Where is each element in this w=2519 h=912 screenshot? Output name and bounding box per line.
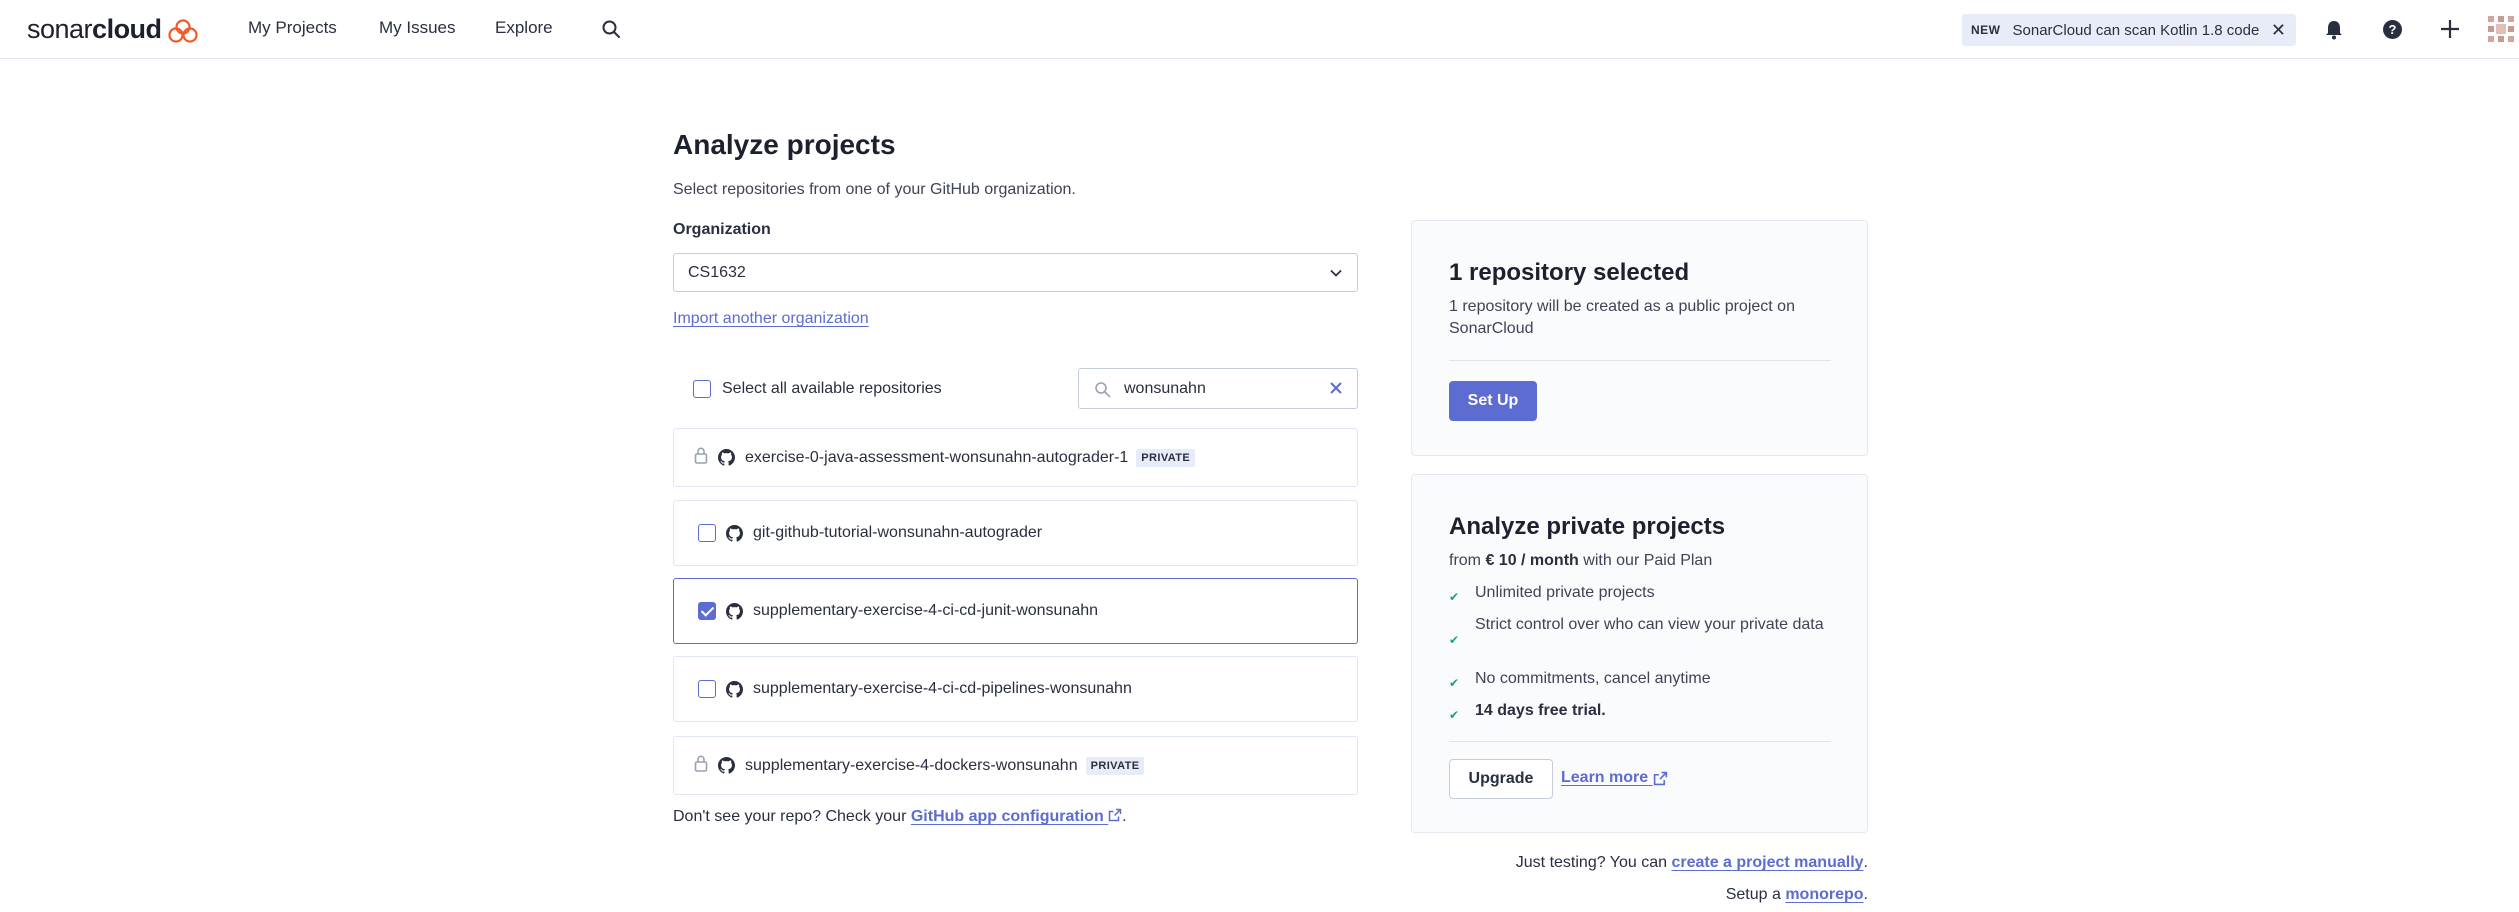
check-icon: ✔: [1449, 708, 1460, 722]
selection-summary-card: 1 repository selected 1 repository will …: [1411, 220, 1868, 456]
select-all-label: Select all available repositories: [722, 380, 942, 397]
repository-name: supplementary-exercise-4-dockers-wonsuna…: [745, 756, 1078, 774]
feature-item: ✔ Unlimited private projects: [1449, 582, 1655, 608]
lock-icon: [694, 446, 708, 469]
news-badge: NEW: [1971, 23, 2001, 37]
selection-text: 1 repository will be created as a public…: [1449, 298, 1795, 337]
learn-more-link[interactable]: Learn more: [1561, 769, 1668, 787]
svg-text:?: ?: [2389, 22, 2397, 37]
divider: [1449, 741, 1831, 742]
page-title: Analyze projects: [673, 129, 896, 160]
import-another-organization-link[interactable]: Import another organization: [673, 310, 869, 328]
external-link-icon: [1653, 771, 1667, 785]
create-manually-note: Just testing? You can create a project m…: [1515, 854, 1868, 871]
clear-search-icon[interactable]: [1328, 380, 1344, 401]
organization-select[interactable]: CS1632: [673, 253, 1358, 292]
github-icon: [718, 757, 735, 774]
avatar[interactable]: [2487, 15, 2515, 48]
close-icon[interactable]: ✕: [2271, 20, 2286, 41]
repository-row[interactable]: git-github-tutorial-wonsunahn-autograder: [673, 500, 1358, 566]
repository-name: git-github-tutorial-wonsunahn-autograder: [753, 524, 1043, 541]
feature-item: ✔ No commitments, cancel anytime: [1449, 668, 1711, 694]
feature-item: ✔ 14 days free trial.: [1449, 700, 1606, 726]
divider: [1449, 360, 1831, 361]
private-projects-title: Analyze private projects: [1449, 513, 1726, 540]
selection-title: 1 repository selected: [1449, 259, 1690, 286]
help-icon[interactable]: ?: [2382, 19, 2403, 45]
hint-suffix: .: [1122, 808, 1127, 825]
logo-text: sonarcloud: [27, 14, 162, 44]
organization-label: Organization: [673, 221, 771, 238]
organization-select-value: CS1632: [688, 263, 746, 281]
private-projects-card: Analyze private projects from € 10 / mon…: [1411, 474, 1868, 833]
page-subtitle: Select repositories from one of your Git…: [673, 181, 1076, 198]
repository-name: supplementary-exercise-4-ci-cd-pipelines…: [753, 680, 1132, 697]
top-navigation-bar: sonarcloud My Projects My Issues Explore…: [0, 0, 2519, 59]
repository-checkbox[interactable]: [698, 524, 716, 542]
news-text: SonarCloud can scan Kotlin 1.8 code: [2012, 21, 2260, 39]
sonarcloud-logo[interactable]: sonarcloud: [27, 14, 198, 45]
check-icon: ✔: [1449, 676, 1460, 690]
bell-icon[interactable]: [2324, 19, 2344, 46]
pricing-text: from € 10 / month with our Paid Plan: [1449, 552, 1713, 569]
github-icon: [726, 602, 743, 620]
search-icon[interactable]: [601, 19, 621, 44]
select-all-checkbox-box[interactable]: [693, 380, 711, 398]
repository-row-selected[interactable]: supplementary-exercise-4-ci-cd-junit-won…: [673, 578, 1358, 644]
github-icon: [718, 449, 735, 466]
select-all-checkbox[interactable]: Select all available repositories: [693, 380, 942, 398]
lock-icon: [694, 754, 708, 777]
private-badge: PRIVATE: [1136, 448, 1196, 467]
repository-row: exercise-0-java-assessment-wonsunahn-aut…: [673, 428, 1358, 487]
chevron-down-icon: [1329, 266, 1343, 285]
repository-checkbox[interactable]: [698, 680, 716, 698]
set-up-button[interactable]: Set Up: [1449, 381, 1537, 421]
monorepo-link[interactable]: monorepo: [1785, 886, 1863, 903]
github-icon: [726, 524, 743, 542]
nav-explore[interactable]: Explore: [495, 18, 553, 38]
create-project-manually-link[interactable]: create a project manually: [1671, 854, 1863, 871]
repository-name: exercise-0-java-assessment-wonsunahn-aut…: [745, 448, 1129, 466]
news-banner: NEW SonarCloud can scan Kotlin 1.8 code …: [1962, 14, 2296, 46]
check-icon: ✔: [1449, 633, 1460, 647]
github-app-configuration-link[interactable]: GitHub app configuration: [911, 808, 1122, 825]
repository-checkbox-checked[interactable]: [698, 602, 716, 620]
repository-row[interactable]: supplementary-exercise-4-ci-cd-pipelines…: [673, 656, 1358, 722]
upgrade-button[interactable]: Upgrade: [1449, 759, 1553, 799]
private-badge: PRIVATE: [1085, 756, 1145, 775]
repository-search: [1078, 368, 1358, 409]
hint-text: Don't see your repo? Check your: [673, 808, 911, 825]
github-config-hint: Don't see your repo? Check your GitHub a…: [673, 808, 1127, 826]
plus-icon[interactable]: [2440, 19, 2460, 44]
external-link-icon: [1108, 808, 1122, 822]
repository-row: supplementary-exercise-4-dockers-wonsuna…: [673, 736, 1358, 795]
nav-my-issues[interactable]: My Issues: [379, 18, 456, 38]
nav-my-projects[interactable]: My Projects: [248, 18, 337, 38]
check-icon: ✔: [1449, 590, 1460, 604]
sonarcloud-logo-icon: [167, 18, 198, 43]
repository-search-input[interactable]: [1124, 380, 1314, 398]
repository-name: supplementary-exercise-4-ci-cd-junit-won…: [753, 602, 1099, 619]
feature-item: ✔ Strict control over who can view your p…: [1449, 614, 1849, 651]
github-icon: [726, 680, 743, 698]
search-icon: [1094, 381, 1111, 403]
monorepo-note: Setup a monorepo.: [1725, 886, 1868, 903]
